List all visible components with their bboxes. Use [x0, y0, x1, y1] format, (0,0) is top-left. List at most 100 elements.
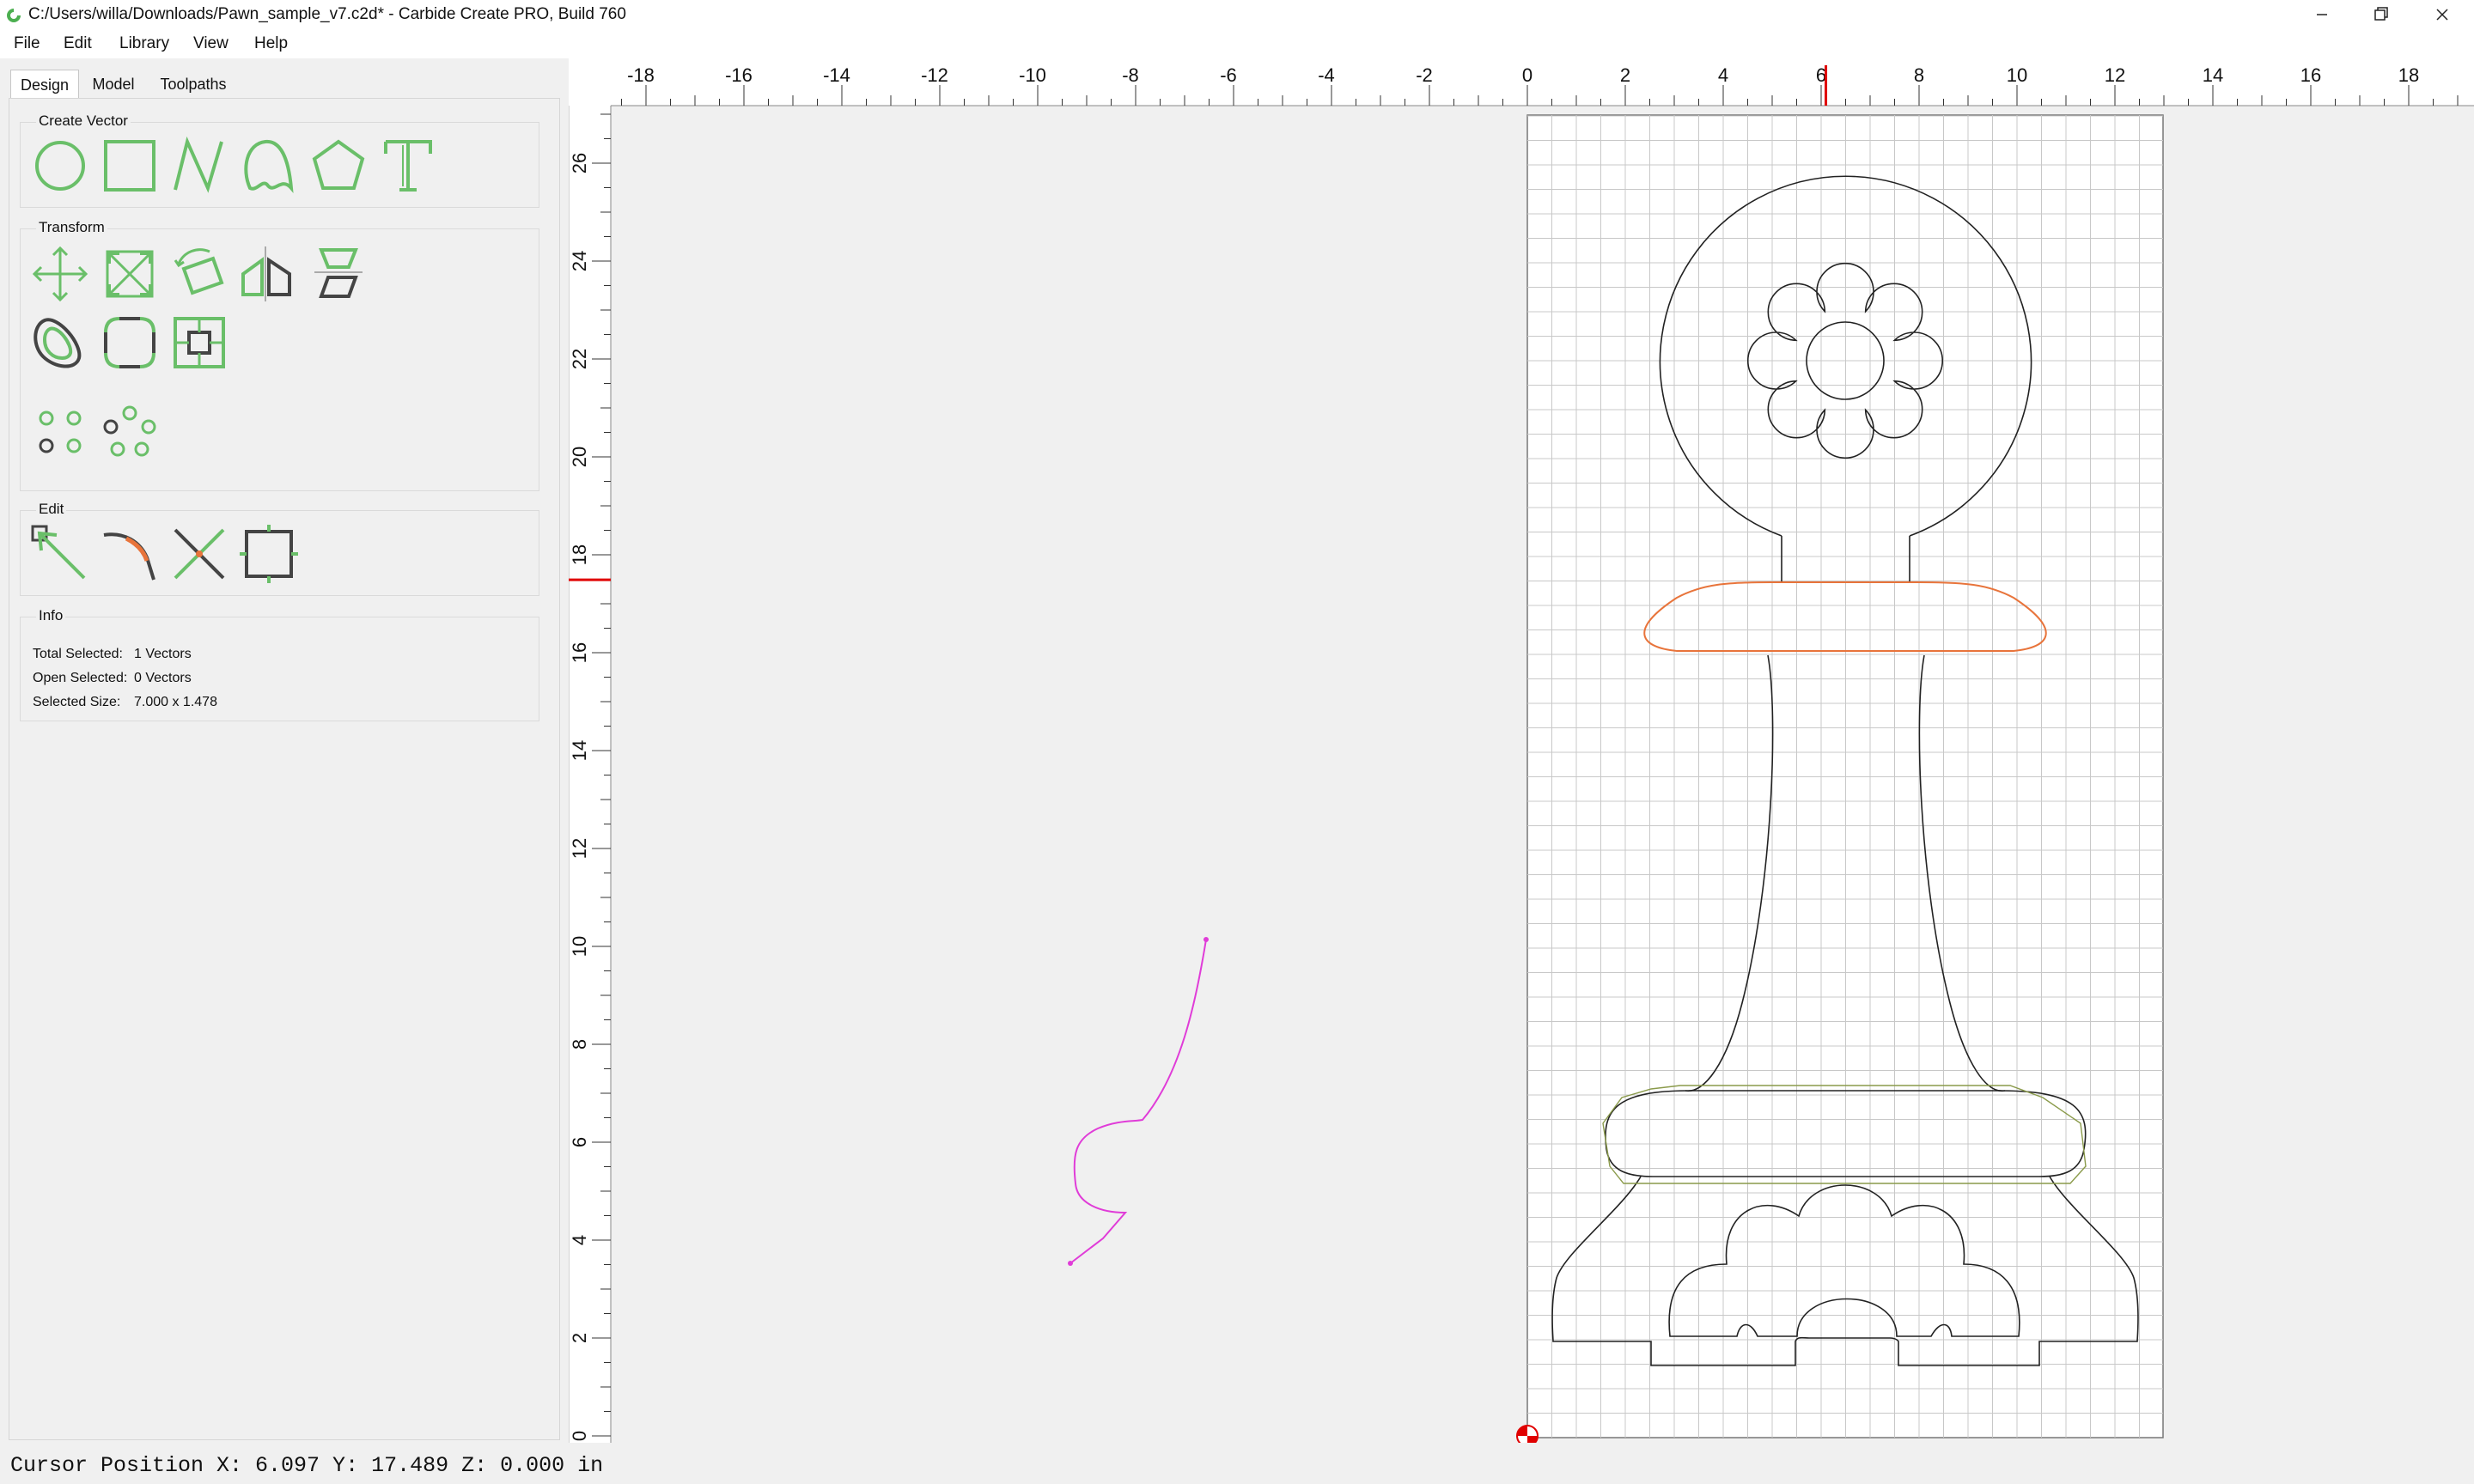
- boolean-button[interactable]: [168, 312, 230, 374]
- trim-button[interactable]: [99, 523, 161, 585]
- x-tick-label: -6: [1220, 64, 1237, 86]
- circle-icon: [35, 141, 85, 191]
- circular-array-button[interactable]: [99, 401, 161, 463]
- polygon-icon: [312, 139, 365, 190]
- create-vector-title: Create Vector: [36, 113, 131, 130]
- x-tick-label: -16: [725, 64, 753, 86]
- node-edit-button[interactable]: [29, 523, 91, 585]
- boolean-icon: [174, 317, 225, 368]
- x-tick-label: 0: [1522, 64, 1533, 86]
- y-tick-label: 14: [569, 740, 590, 761]
- mirror-button[interactable]: [238, 243, 300, 305]
- create-circle-button[interactable]: [29, 135, 91, 197]
- selected-size-row: Selected Size: 7.000 x 1.478: [33, 695, 217, 710]
- offset-icon: [34, 318, 82, 368]
- rectangle-icon: [104, 140, 155, 192]
- y-tick-label: 20: [569, 447, 590, 467]
- ruler-corner: [569, 58, 611, 106]
- polyline-icon: [174, 136, 223, 193]
- align-icon: [314, 248, 363, 298]
- y-tick-label: 0: [569, 1431, 590, 1441]
- magenta-path-end-node[interactable]: [1203, 937, 1209, 942]
- menu-help[interactable]: Help: [254, 34, 288, 53]
- tab-toolpaths[interactable]: Toolpaths: [148, 70, 239, 99]
- window-title: C:/Users/willa/Downloads/Pawn_sample_v7.…: [28, 5, 626, 23]
- mirror-icon: [241, 246, 291, 301]
- open-selected-row: Open Selected: 0 Vectors: [33, 671, 192, 686]
- x-tick-label: 2: [1620, 64, 1630, 86]
- title-bar: C:/Users/willa/Downloads/Pawn_sample_v7.…: [0, 0, 2474, 31]
- minimize-icon: [2317, 14, 2327, 15]
- total-selected-value: 1 Vectors: [134, 647, 192, 661]
- menu-view[interactable]: View: [193, 34, 229, 53]
- bounding-box-button[interactable]: [238, 523, 300, 585]
- carbide-app-icon: [7, 9, 21, 22]
- fillet-icon: [104, 317, 155, 368]
- scale-button[interactable]: [99, 243, 161, 305]
- circular-array-icon: [103, 405, 156, 457]
- y-tick-label: 6: [569, 1137, 590, 1147]
- fillet-button[interactable]: [99, 312, 161, 374]
- menu-file[interactable]: File: [14, 34, 40, 53]
- trim-icon: [103, 532, 155, 581]
- curve-icon: [244, 140, 294, 194]
- y-tick-label: 10: [569, 936, 590, 957]
- move-icon: [32, 246, 88, 302]
- canvas-drawing[interactable]: -18 -16 -14 -12 -10 -8 -6 -4 -2 0 2 4 6 8 10 12 14 16 18 0…: [569, 58, 2474, 1443]
- x-tick-label: 14: [2203, 64, 2223, 86]
- menu-edit[interactable]: Edit: [64, 34, 92, 53]
- design-panel: Design Model Toolpaths Create Vector Tra…: [0, 58, 567, 1443]
- x-tick-label: -18: [627, 64, 655, 86]
- x-tick-label: 4: [1718, 64, 1728, 86]
- x-tick-label: -12: [921, 64, 948, 86]
- y-tick-label: 26: [569, 153, 590, 173]
- menu-bar: File Edit Library View Help: [0, 31, 2474, 58]
- tab-model[interactable]: Model: [79, 70, 148, 99]
- close-button[interactable]: [2412, 0, 2472, 31]
- x-tick-label: -4: [1318, 64, 1335, 86]
- magenta-path-start-node[interactable]: [1068, 1261, 1073, 1266]
- create-polyline-button[interactable]: [168, 135, 230, 197]
- x-tick-label: -14: [823, 64, 850, 86]
- create-text-button[interactable]: [377, 135, 439, 197]
- y-tick-label: 22: [569, 349, 590, 369]
- x-tick-label: -2: [1416, 64, 1433, 86]
- grid-array-button[interactable]: [29, 401, 91, 463]
- cut-icon: [174, 528, 225, 580]
- close-icon: [2436, 9, 2448, 21]
- edit-group: Edit: [20, 501, 539, 596]
- x-tick-label: 12: [2105, 64, 2125, 86]
- design-canvas[interactable]: -18 -16 -14 -12 -10 -8 -6 -4 -2 0 2 4 6 8 10 12 14 16 18 0…: [569, 58, 2474, 1443]
- create-vector-group: Create Vector: [20, 113, 539, 208]
- text-icon: [384, 140, 432, 192]
- y-tick-label: 16: [569, 642, 590, 663]
- y-tick-label: 2: [569, 1333, 590, 1343]
- minimize-button[interactable]: [2292, 0, 2352, 31]
- info-group: Info Total Selected: 1 Vectors Open Selec…: [20, 607, 539, 721]
- canvas-background: [569, 58, 2474, 1443]
- create-polygon-button[interactable]: [308, 135, 369, 197]
- restore-button[interactable]: [2351, 0, 2411, 31]
- create-curve-button[interactable]: [238, 135, 300, 197]
- transform-title: Transform: [36, 219, 107, 236]
- origin-marker: [1516, 1425, 1539, 1443]
- create-rectangle-button[interactable]: [99, 135, 161, 197]
- y-tick-label: 18: [569, 544, 590, 565]
- rotate-button[interactable]: [168, 243, 230, 305]
- open-selected-label: Open Selected:: [33, 671, 128, 685]
- y-tick-label: 8: [569, 1039, 590, 1049]
- node-edit-icon: [31, 525, 86, 580]
- cut-button[interactable]: [168, 523, 230, 585]
- selected-size-label: Selected Size:: [33, 695, 121, 709]
- scale-icon: [106, 250, 154, 298]
- info-title: Info: [36, 607, 66, 624]
- tab-design[interactable]: Design: [10, 70, 79, 99]
- x-tick-label: 16: [2300, 64, 2321, 86]
- y-tick-label: 4: [569, 1235, 590, 1245]
- menu-library[interactable]: Library: [119, 34, 169, 53]
- cursor-position-readout: Cursor Position X: 6.097 Y: 17.489 Z: 0.…: [10, 1453, 604, 1478]
- bounding-box-icon: [240, 525, 298, 583]
- move-button[interactable]: [29, 243, 91, 305]
- align-button[interactable]: [308, 243, 369, 305]
- offset-button[interactable]: [29, 312, 91, 374]
